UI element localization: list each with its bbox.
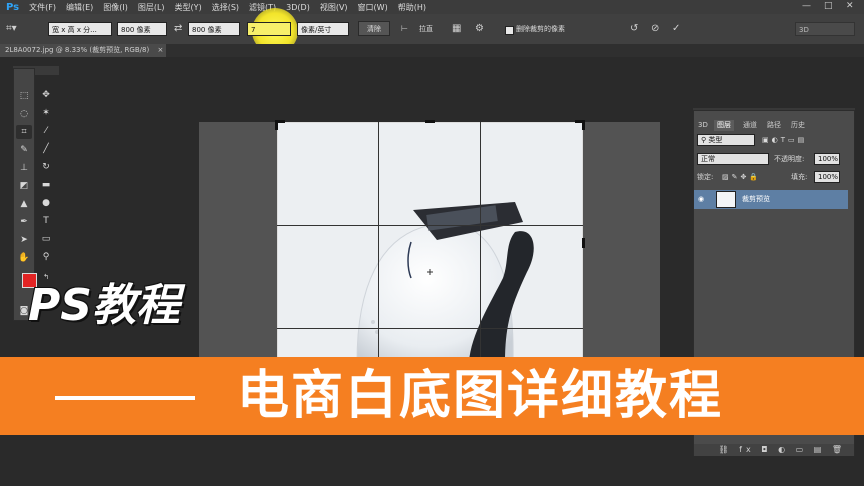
banner-decoration-line — [55, 396, 195, 400]
maximize-icon[interactable]: □ — [824, 1, 833, 11]
blur-tool-icon[interactable]: ▲ — [16, 197, 32, 211]
type-tool-icon[interactable]: T — [38, 214, 54, 228]
crop-tool-preset-icon[interactable]: ⌗▾ — [6, 21, 17, 36]
eyedropper-icon[interactable]: ⁄ — [38, 124, 54, 138]
gradient-tool-icon[interactable]: ▬ — [38, 178, 54, 192]
zoom-tool-icon[interactable]: ⚲ — [38, 250, 54, 264]
layer-name[interactable]: 裁剪预览 — [742, 193, 770, 205]
straighten-icon[interactable]: ⊢ — [401, 21, 408, 36]
close-tab-icon[interactable]: × — [157, 46, 163, 54]
hand-tool-icon[interactable]: ✋ — [16, 251, 32, 265]
path-selection-icon[interactable]: ➤ — [16, 233, 32, 247]
layer-filter-select[interactable]: ⚲ 类型 — [697, 134, 755, 146]
close-window-icon[interactable]: ✕ — [846, 1, 854, 11]
crop-grid-line — [480, 122, 481, 362]
menu-edit[interactable]: 编辑(E) — [66, 2, 93, 13]
tab-3d[interactable]: 3D — [695, 120, 711, 131]
tab-layers[interactable]: 图层 — [714, 120, 734, 131]
menu-image[interactable]: 图像(I) — [103, 2, 128, 13]
clear-button[interactable]: 清除 — [358, 21, 390, 36]
unit-select[interactable]: 像素/英寸 — [297, 22, 349, 36]
opacity-label: 不透明度: — [774, 155, 805, 163]
straighten-label[interactable]: 拉直 — [419, 22, 433, 36]
pen-tool-icon[interactable]: ✒ — [16, 215, 32, 229]
menu-file[interactable]: 文件(F) — [29, 2, 56, 13]
height-input[interactable]: 800 像素 — [188, 22, 240, 36]
menu-help[interactable]: 帮助(H) — [398, 2, 426, 13]
lasso-tool-icon[interactable]: ◌ — [16, 107, 32, 121]
crop-handle-right[interactable] — [582, 238, 585, 248]
eraser-tool-icon[interactable]: ◩ — [16, 179, 32, 193]
history-brush-icon[interactable]: ↻ — [38, 160, 54, 174]
layers-panel-footer-icons[interactable]: ⛓ fx ◘ ◐ ▭ ▤ 🗑 — [694, 444, 854, 456]
tab-paths[interactable]: 路径 — [764, 120, 784, 131]
crop-grid-line — [277, 328, 583, 329]
photoshop-logo: Ps — [6, 1, 20, 13]
banner-title: 电商白底图详细教程 — [237, 366, 724, 426]
lock-icons[interactable]: ▨✎✥🔒 — [722, 171, 761, 183]
document-title: 2L8A0072.jpg @ 8.33% (裁剪预览, RGB/8) — [5, 46, 150, 54]
reset-icon[interactable]: ↺ — [630, 21, 638, 36]
crop-grid-line — [378, 122, 379, 362]
layer-filter-icons[interactable]: ▣◐T▭▤ — [762, 134, 807, 146]
document-tab[interactable]: 2L8A0072.jpg @ 8.33% (裁剪预览, RGB/8) × — [0, 44, 166, 57]
menu-layer[interactable]: 图层(L) — [138, 2, 165, 13]
opacity-input[interactable]: 100% — [814, 153, 840, 165]
menu-type[interactable]: 类型(Y) — [175, 2, 202, 13]
lock-label: 锁定: — [697, 173, 714, 181]
healing-brush-icon[interactable]: ✎ — [16, 143, 32, 157]
menu-window[interactable]: 窗口(W) — [358, 2, 388, 13]
shape-tool-icon[interactable]: ▭ — [38, 232, 54, 246]
visibility-eye-icon[interactable]: ◉ — [698, 193, 704, 205]
layer-filter-label: 类型 — [708, 136, 723, 144]
magic-wand-icon[interactable]: ✶ — [38, 106, 54, 120]
menu-view[interactable]: 视图(V) — [320, 2, 348, 13]
workspace-3d-select[interactable]: 3D — [795, 22, 855, 36]
fill-label: 填充: — [791, 173, 808, 181]
minimize-icon[interactable]: — — [802, 1, 811, 11]
tab-channels[interactable]: 通道 — [740, 120, 760, 131]
width-input[interactable]: 800 像素 — [117, 22, 167, 36]
swap-icon[interactable]: ⇄ — [174, 21, 182, 36]
marquee-tool-icon[interactable]: ⬚ — [16, 89, 32, 103]
menu-bar: Ps 文件(F) 编辑(E) 图像(I) 图层(L) 类型(Y) 选择(S) 滤… — [0, 0, 864, 14]
delete-cropped-label: 删除裁剪的像素 — [516, 25, 565, 33]
layer-thumbnail — [716, 191, 736, 208]
brush-tool-icon[interactable]: ╱ — [38, 142, 54, 156]
fill-input[interactable]: 100% — [814, 171, 840, 183]
clone-stamp-icon[interactable]: ⊥ — [16, 161, 32, 175]
resolution-input[interactable]: 7 — [247, 22, 291, 36]
move-tool-icon[interactable]: ✥ — [38, 88, 54, 102]
crop-handle-top[interactable] — [425, 120, 435, 123]
overlay-options-icon[interactable]: ▦ — [452, 21, 461, 36]
document-tab-bar: 2L8A0072.jpg @ 8.33% (裁剪预览, RGB/8) × — [0, 44, 864, 57]
dodge-tool-icon[interactable]: ● — [38, 196, 54, 210]
menu-select[interactable]: 选择(S) — [212, 2, 239, 13]
crop-handle-top-left[interactable] — [275, 120, 278, 130]
tab-history[interactable]: 历史 — [788, 120, 808, 131]
crop-tool-icon[interactable]: ⌗ — [16, 125, 32, 139]
cancel-icon[interactable]: ⊘ — [651, 21, 659, 36]
menu-3d[interactable]: 3D(D) — [286, 3, 310, 12]
crop-grid-line — [277, 225, 583, 226]
blend-mode-select[interactable]: 正常 — [697, 153, 769, 165]
gear-icon[interactable]: ⚙ — [475, 21, 484, 36]
crop-handle-top-right[interactable] — [582, 120, 585, 130]
delete-cropped-checkbox[interactable] — [505, 26, 514, 35]
overlay-title: PS教程 — [28, 280, 180, 331]
commit-check-icon[interactable]: ✓ — [672, 21, 680, 36]
ratio-select[interactable]: 宽 x 高 x 分... — [48, 22, 112, 36]
crop-box[interactable] — [277, 122, 583, 362]
